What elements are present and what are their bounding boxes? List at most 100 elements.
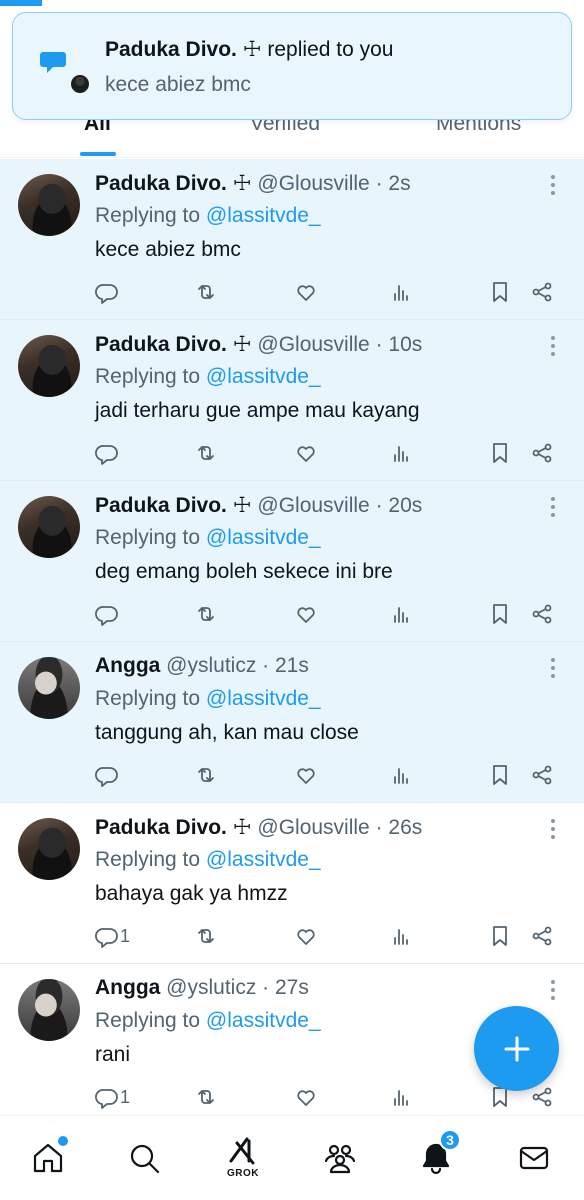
views-button[interactable] (389, 922, 413, 950)
more-icon[interactable] (550, 175, 556, 197)
mention-link[interactable]: @lassitvde_ (206, 526, 321, 549)
avatar[interactable] (18, 174, 80, 236)
author-name[interactable]: Paduka Divo. ☩ (95, 172, 252, 195)
notification-header: Paduka Divo. ☩ @Glousville · 20s (95, 493, 422, 518)
like-button[interactable] (294, 278, 318, 306)
retweet-button[interactable] (194, 278, 218, 306)
more-icon[interactable] (550, 336, 556, 358)
author-handle-time: @ysluticz · 27s (160, 976, 309, 999)
bookmark-icon (493, 282, 507, 302)
views-button[interactable] (389, 278, 413, 306)
retweet-button[interactable] (194, 922, 218, 950)
like-button[interactable] (294, 1083, 318, 1111)
views-icon (394, 446, 408, 462)
nav-messages[interactable] (514, 1138, 554, 1178)
like-icon (297, 607, 315, 623)
retweet-button[interactable] (194, 439, 218, 467)
reply-button[interactable]: 1 (95, 1083, 130, 1111)
like-button[interactable] (294, 761, 318, 789)
replying-to: Replying to @lassitvde_ (95, 204, 321, 228)
notification-row[interactable]: Paduka Divo. ☩ @Glousville · 10s Replyin… (0, 320, 584, 481)
reply-text: rani (95, 1043, 131, 1066)
share-button[interactable] (530, 761, 554, 789)
more-icon[interactable] (550, 980, 556, 1002)
notification-row[interactable]: Paduka Divo. ☩ @Glousville · 26s Replyin… (0, 803, 584, 964)
more-icon[interactable] (550, 658, 556, 680)
avatar[interactable] (18, 979, 80, 1041)
share-button[interactable] (530, 278, 554, 306)
reply-button[interactable] (95, 600, 120, 628)
retweet-button[interactable] (194, 600, 218, 628)
avatar[interactable] (18, 335, 80, 397)
author-name[interactable]: Paduka Divo. ☩ (95, 494, 252, 517)
replying-prefix: Replying to (95, 1009, 206, 1032)
retweet-button[interactable] (194, 1083, 218, 1111)
notification-header: Angga @ysluticz · 21s (95, 654, 309, 678)
reply-count: 1 (120, 925, 131, 946)
avatar[interactable] (18, 818, 80, 880)
like-button[interactable] (294, 600, 318, 628)
compose-button[interactable] (474, 1006, 559, 1091)
author-name[interactable]: Paduka Divo. ☩ (95, 333, 252, 356)
retweet-icon (198, 768, 214, 782)
grok-label: GROK (227, 1168, 259, 1179)
reply-button[interactable] (95, 278, 120, 306)
notification-row[interactable]: Angga @ysluticz · 21s Replying to @lassi… (0, 642, 584, 803)
notification-header: Paduka Divo. ☩ @Glousville · 26s (95, 815, 422, 840)
author-handle-time: @Glousville · 10s (251, 333, 423, 356)
author-name[interactable]: Paduka Divo. ☩ (95, 816, 252, 839)
share-icon (532, 765, 552, 785)
author-name[interactable]: Angga (95, 654, 160, 677)
bookmark-button[interactable] (488, 439, 512, 467)
toast-name: Paduka Divo. ☩ (105, 38, 262, 61)
replying-to: Replying to @lassitvde_ (95, 687, 321, 711)
author-handle-time: @Glousville · 20s (251, 494, 423, 517)
views-button[interactable] (389, 600, 413, 628)
nav-grok[interactable] (222, 1130, 262, 1170)
reply-icon (95, 928, 118, 948)
reply-button[interactable]: 1 (95, 922, 130, 950)
share-icon (532, 282, 552, 302)
mention-link[interactable]: @lassitvde_ (206, 1009, 321, 1032)
notification-row[interactable]: Paduka Divo. ☩ @Glousville · 20s Replyin… (0, 481, 584, 642)
reply-icon (95, 606, 118, 626)
views-button[interactable] (389, 439, 413, 467)
mention-link[interactable]: @lassitvde_ (206, 365, 321, 388)
share-button[interactable] (530, 600, 554, 628)
views-icon (394, 929, 408, 945)
replying-to: Replying to @lassitvde_ (95, 1009, 321, 1033)
mention-link[interactable]: @lassitvde_ (206, 204, 321, 227)
share-button[interactable] (530, 439, 554, 467)
author-name[interactable]: Angga (95, 976, 160, 999)
mention-link[interactable]: @lassitvde_ (206, 687, 321, 710)
reply-text: kece abiez bmc (95, 238, 241, 261)
reply-toast[interactable]: Paduka Divo. ☩ replied to you kece abiez… (12, 12, 572, 120)
views-button[interactable] (389, 1083, 413, 1111)
like-icon (297, 768, 315, 784)
notifications-feed: Paduka Divo. ☩ @Glousville · 2s Replying… (0, 159, 584, 1125)
like-button[interactable] (294, 439, 318, 467)
reply-button[interactable] (95, 761, 120, 789)
share-button[interactable] (530, 922, 554, 950)
bookmark-button[interactable] (488, 278, 512, 306)
notification-row[interactable]: Paduka Divo. ☩ @Glousville · 2s Replying… (0, 159, 584, 320)
bookmark-button[interactable] (488, 761, 512, 789)
retweet-button[interactable] (194, 761, 218, 789)
retweet-icon (198, 446, 214, 460)
nav-communities[interactable] (320, 1138, 360, 1178)
like-button[interactable] (294, 922, 318, 950)
bookmark-button[interactable] (488, 922, 512, 950)
views-icon (394, 607, 408, 623)
reply-button[interactable] (95, 439, 120, 467)
mention-link[interactable]: @lassitvde_ (206, 848, 321, 871)
more-icon[interactable] (550, 819, 556, 841)
nav-search[interactable] (124, 1138, 164, 1178)
avatar[interactable] (18, 496, 80, 558)
views-button[interactable] (389, 761, 413, 789)
avatar[interactable] (18, 657, 80, 719)
plus-icon (504, 1036, 529, 1061)
author-handle-time: @Glousville · 26s (251, 816, 423, 839)
more-icon[interactable] (550, 497, 556, 519)
replying-to: Replying to @lassitvde_ (95, 365, 321, 389)
bookmark-button[interactable] (488, 600, 512, 628)
